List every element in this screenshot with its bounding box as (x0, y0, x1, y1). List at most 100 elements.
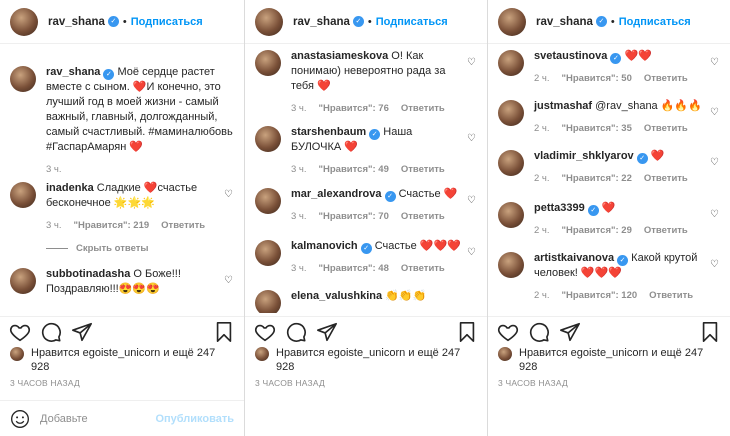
publish-button[interactable]: Опубликовать (155, 413, 234, 425)
comment-username[interactable]: svetaustinova (534, 50, 607, 62)
comment-icon[interactable] (40, 321, 62, 343)
comment-likes[interactable]: "Нравится": 48 (319, 261, 389, 276)
heart-icon[interactable] (9, 321, 31, 343)
verified-icon: ✓ (360, 243, 372, 254)
reply-button[interactable]: Ответить (649, 288, 693, 303)
avatar[interactable] (255, 126, 281, 152)
comment-likes[interactable]: "Нравится": 70 (319, 209, 389, 224)
like-heart-icon[interactable]: ♡ (466, 133, 477, 144)
follow-button[interactable]: Подписаться (376, 16, 448, 28)
comment-username[interactable]: subbotinadasha (46, 268, 130, 280)
follow-button[interactable]: Подписаться (131, 16, 203, 28)
share-icon[interactable] (559, 321, 581, 343)
avatar[interactable] (10, 347, 24, 361)
comment-time: 2 ч. (534, 123, 550, 134)
likes-text[interactable]: Нравится egoiste_unicorn и ещё 247 928 (31, 346, 234, 374)
avatar[interactable] (255, 240, 281, 266)
bookmark-icon[interactable] (456, 321, 478, 343)
comment-username[interactable]: mar_alexandrova (291, 188, 382, 200)
hide-replies-button[interactable]: Скрыть ответы (46, 243, 149, 254)
heart-icon[interactable] (497, 321, 519, 343)
header-username[interactable]: rav_shana (48, 16, 105, 28)
avatar[interactable] (255, 7, 283, 36)
verified-icon: ✓ (610, 53, 622, 64)
comment-username[interactable]: elena_valushkina (291, 290, 382, 302)
likes-text[interactable]: Нравится egoiste_unicorn и ещё 247 928 (519, 346, 720, 374)
reply-button[interactable]: Ответить (401, 209, 445, 224)
avatar[interactable] (498, 252, 524, 278)
comment-likes[interactable]: "Нравится": 50 (562, 71, 632, 86)
like-heart-icon[interactable]: ♡ (709, 157, 720, 168)
header-username[interactable]: rav_shana (293, 16, 350, 28)
avatar[interactable] (10, 182, 36, 208)
reply-button[interactable]: Ответить (161, 218, 205, 233)
comment-time: 2 ч. (534, 73, 550, 84)
comment-username[interactable]: vladimir_shklyarov (534, 150, 634, 162)
comment-username[interactable]: justmashaf (534, 100, 592, 112)
heart-icon[interactable] (254, 321, 276, 343)
reply-button[interactable]: Ответить (401, 261, 445, 276)
like-heart-icon[interactable]: ♡ (466, 247, 477, 258)
bookmark-icon[interactable] (213, 321, 235, 343)
avatar[interactable] (498, 7, 526, 36)
reply-button[interactable]: Ответить (644, 171, 688, 186)
bookmark-icon[interactable] (699, 321, 721, 343)
comment-username[interactable]: rav_shana (46, 66, 100, 78)
avatar[interactable] (498, 150, 524, 176)
comment-username[interactable]: anastasiameskova (291, 50, 388, 62)
reply-button[interactable]: Ответить (401, 162, 445, 177)
comment-likes[interactable]: "Нравится": 29 (562, 223, 632, 238)
reply-button[interactable]: Ответить (644, 223, 688, 238)
comment-input[interactable]: Добавьте (40, 413, 155, 425)
reply-button[interactable]: Ответить (644, 71, 688, 86)
like-heart-icon[interactable]: ♡ (466, 195, 477, 206)
follow-button[interactable]: Подписаться (619, 16, 691, 28)
like-heart-icon[interactable]: ♡ (709, 259, 720, 270)
like-heart-icon[interactable]: ♡ (223, 189, 234, 200)
avatar[interactable] (498, 50, 524, 76)
comment-likes[interactable]: "Нравится": 49 (319, 162, 389, 177)
comment-time: 3 ч. (46, 220, 62, 231)
comment-icon[interactable] (528, 321, 550, 343)
like-heart-icon[interactable]: ♡ (709, 209, 720, 220)
share-icon[interactable] (316, 321, 338, 343)
avatar[interactable] (255, 50, 281, 76)
like-heart-icon[interactable]: ♡ (709, 57, 720, 68)
comment-username[interactable]: inadenka (46, 182, 94, 194)
comment-likes[interactable]: "Нравится": 22 (562, 171, 632, 186)
avatar[interactable] (255, 290, 281, 313)
avatar[interactable] (498, 347, 512, 361)
avatar[interactable] (255, 188, 281, 214)
comment-likes[interactable]: "Нравится": 35 (562, 121, 632, 136)
share-icon[interactable] (71, 321, 93, 343)
like-heart-icon[interactable]: ♡ (466, 57, 477, 68)
header-username[interactable]: rav_shana (536, 16, 593, 28)
comment-likes[interactable]: "Нравится": 120 (562, 288, 638, 303)
likes-text[interactable]: Нравится egoiste_unicorn и ещё 247 928 (276, 346, 477, 374)
comment-username[interactable]: kalmanovich (291, 240, 358, 252)
comment-username[interactable]: starshenbaum (291, 126, 366, 138)
comment-likes[interactable]: "Нравится": 219 (74, 218, 150, 233)
comment-likes[interactable]: "Нравится": 76 (319, 101, 389, 116)
post-panel-middle: rav_shana ✓ • Подписаться anastasiamesko… (244, 0, 487, 436)
post-time: 3 ЧАСОВ НАЗАД (255, 378, 325, 388)
comment-time: 3 ч. (291, 211, 307, 222)
comment-username[interactable]: artistkaivanova (534, 252, 614, 264)
reply-button[interactable]: Ответить (644, 121, 688, 136)
comment-username[interactable]: petta3399 (534, 202, 585, 214)
reply-button[interactable]: Ответить (401, 101, 445, 116)
avatar[interactable] (255, 347, 269, 361)
emoji-icon[interactable] (10, 409, 30, 429)
comment-time: 3 ч. (291, 164, 307, 175)
verified-icon: ✓ (587, 205, 599, 216)
like-heart-icon[interactable]: ♡ (709, 107, 720, 118)
list-item: starshenbaum ✓ Наша БУЛОЧКА ❤️ 3 ч. "Нрав… (255, 125, 477, 177)
like-heart-icon[interactable]: ♡ (223, 275, 234, 286)
comment-icon[interactable] (285, 321, 307, 343)
post-time: 3 ЧАСОВ НАЗАД (10, 378, 80, 388)
avatar[interactable] (498, 100, 524, 126)
avatar[interactable] (10, 268, 36, 294)
avatar[interactable] (498, 202, 524, 228)
avatar[interactable] (10, 7, 38, 36)
avatar[interactable] (10, 66, 36, 92)
